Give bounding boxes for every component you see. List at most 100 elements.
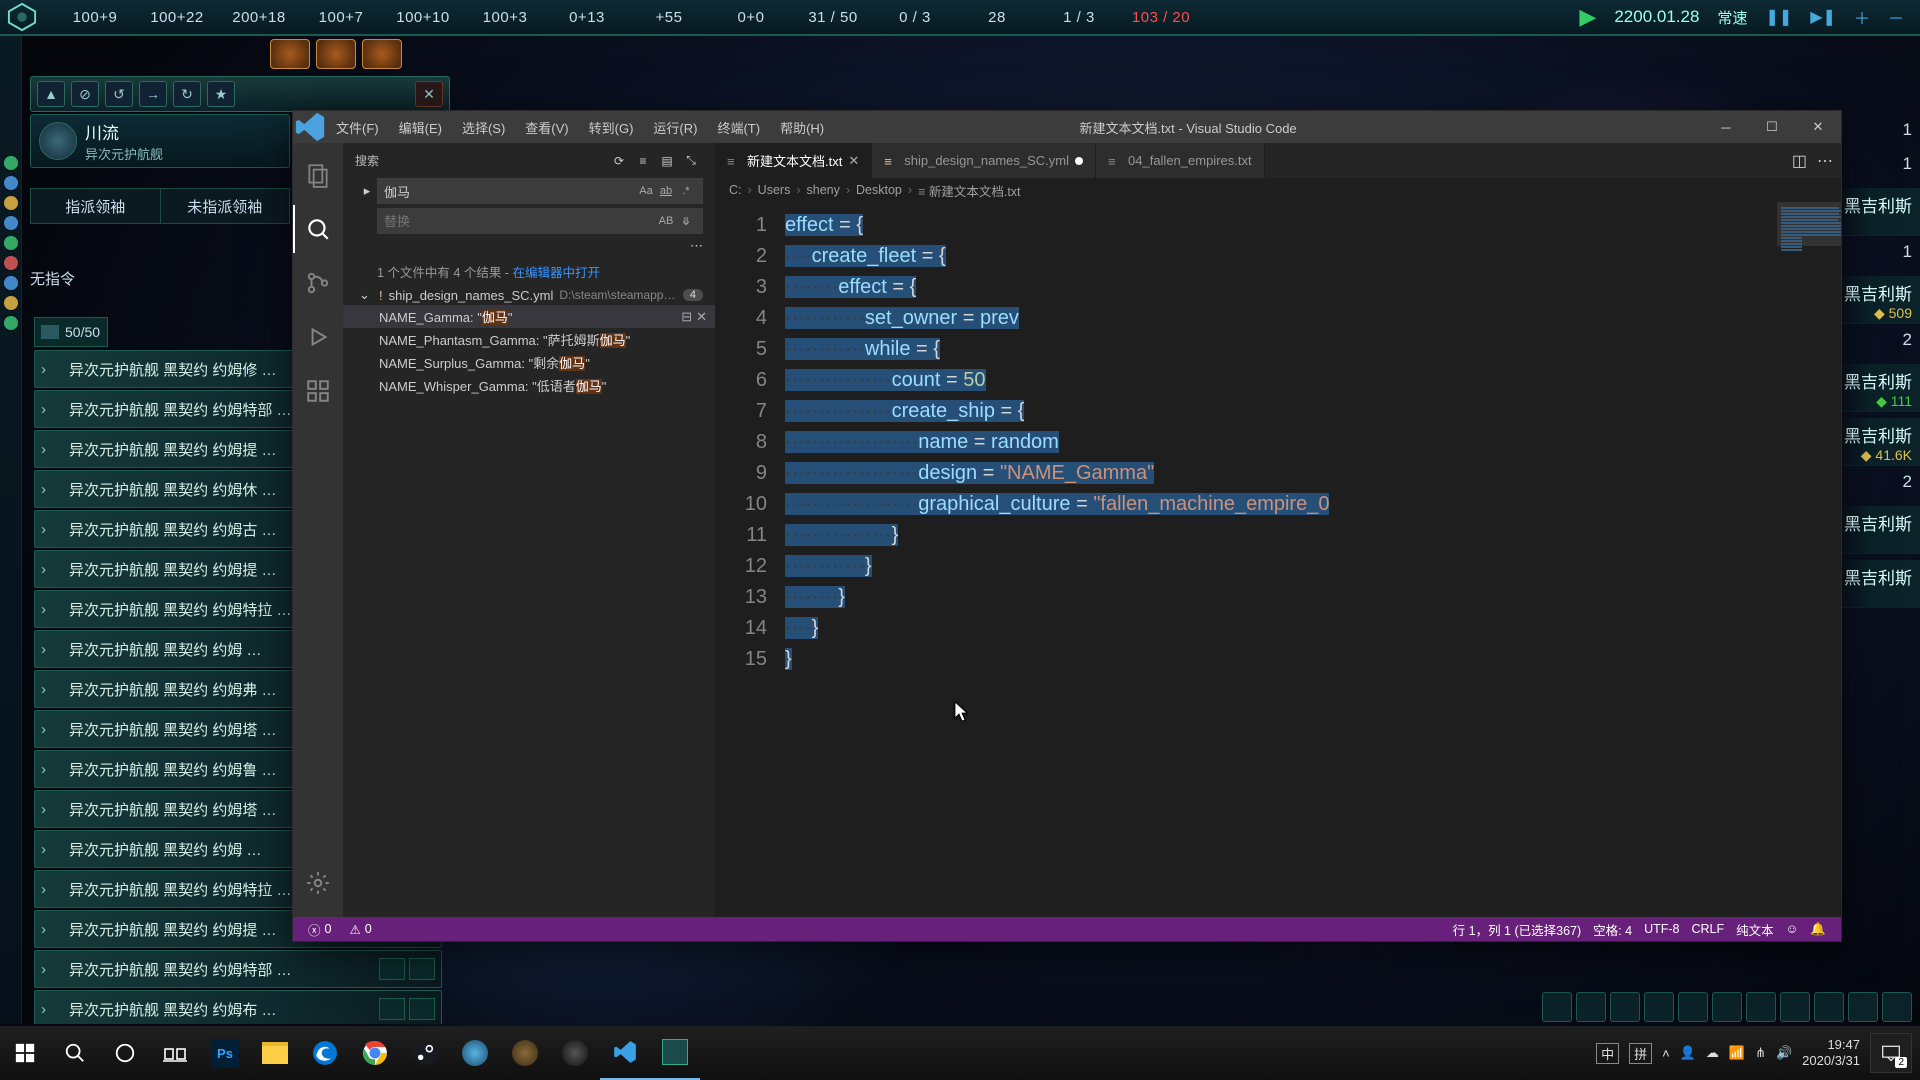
editor-tab[interactable]: ≡04_fallen_empires.txt [1096, 143, 1265, 178]
action-center-icon[interactable]: 2 [1870, 1033, 1912, 1073]
steam-icon[interactable] [400, 1026, 450, 1080]
outliner-btn-2[interactable]: ⊘ [71, 81, 99, 107]
chevron-right-icon[interactable]: › [41, 1001, 61, 1018]
pause-icon[interactable]: ❚❚ [1765, 7, 1792, 27]
ime-indicator[interactable]: 中 [1596, 1043, 1619, 1064]
tradition-button[interactable] [316, 39, 356, 69]
fleet-action-a[interactable] [379, 998, 405, 1020]
left-dot[interactable] [4, 276, 18, 290]
chevron-right-icon[interactable]: › [41, 561, 61, 578]
menu-item[interactable]: 帮助(H) [771, 111, 833, 143]
br-icon[interactable] [1814, 992, 1844, 1022]
left-dot[interactable] [4, 196, 18, 210]
outliner-btn-4[interactable]: → [139, 81, 167, 107]
close-window-button[interactable]: ✕ [1795, 111, 1841, 143]
breadcrumb-item[interactable]: sheny [807, 183, 840, 197]
search-input[interactable]: ▸ Aa ab .* [377, 178, 703, 204]
network-icon[interactable]: 📶 [1729, 1045, 1745, 1061]
chevron-right-icon[interactable]: › [41, 481, 61, 498]
extensions-icon[interactable] [293, 367, 343, 415]
chevron-right-icon[interactable]: › [41, 881, 61, 898]
split-editor-icon[interactable]: ◫ [1792, 151, 1807, 171]
fleet-header[interactable]: 川流 异次元护航舰 [30, 114, 290, 168]
menu-item[interactable]: 编辑(E) [390, 111, 451, 143]
vscode-titlebar[interactable]: 文件(F)编辑(E)选择(S)查看(V)转到(G)运行(R)终端(T)帮助(H)… [293, 111, 1841, 143]
file-explorer-icon[interactable] [250, 1026, 300, 1080]
chevron-right-icon[interactable]: › [41, 401, 61, 418]
outliner-btn-1[interactable]: ▲ [37, 81, 65, 107]
replace-input[interactable]: AB ⤋ [377, 208, 703, 234]
search-match[interactable]: NAME_Phantasm_Gamma: "萨托姆斯伽马" [343, 328, 715, 351]
resource-cell[interactable]: 100+9 [56, 3, 134, 31]
replace-field[interactable] [384, 214, 656, 229]
br-icon[interactable] [1644, 992, 1674, 1022]
right-row[interactable]: 黑吉利斯◆ 41.6K [1834, 418, 1920, 466]
stellaris-taskbar-icon[interactable] [650, 1026, 700, 1080]
debug-icon[interactable] [293, 313, 343, 361]
collapse-icon[interactable]: ⤡ [679, 149, 703, 173]
encoding-status[interactable]: UTF-8 [1639, 917, 1684, 941]
fleet-action-b[interactable] [409, 998, 435, 1020]
chevron-right-icon[interactable]: › [41, 601, 61, 618]
fast-forward-icon[interactable]: ▶❚ [1810, 7, 1836, 27]
taskbar-clock[interactable]: 19:47 2020/3/31 [1802, 1037, 1860, 1069]
chevron-right-icon[interactable]: › [41, 681, 61, 698]
fleet-action-b[interactable] [409, 958, 435, 980]
new-search-editor-icon[interactable]: ▤ [655, 149, 679, 173]
app-icon[interactable] [550, 1026, 600, 1080]
resource-cell[interactable]: 200+18 [220, 3, 298, 31]
resource-cell[interactable]: 100+3 [466, 3, 544, 31]
menu-item[interactable]: 终端(T) [708, 111, 769, 143]
chrome-icon[interactable] [350, 1026, 400, 1080]
app-icon[interactable] [450, 1026, 500, 1080]
warnings-status[interactable]: ⚠ 0 [344, 917, 376, 941]
onedrive-icon[interactable]: ☁ [1706, 1045, 1719, 1061]
chevron-right-icon[interactable]: › [41, 921, 61, 938]
menu-item[interactable]: 选择(S) [453, 111, 514, 143]
resource-cell[interactable]: 1 / 3 [1040, 3, 1118, 31]
tab-close-icon[interactable]: ✕ [848, 153, 859, 169]
menu-item[interactable]: 查看(V) [516, 111, 577, 143]
remove-match-icon[interactable]: ✕ [696, 309, 707, 325]
unassigned-leader-label[interactable]: 未指派领袖 [161, 189, 290, 223]
open-in-editor-link[interactable]: 在编辑器中打开 [512, 266, 600, 280]
resource-cell[interactable]: 0+13 [548, 3, 626, 31]
breadcrumb-item[interactable]: C: [729, 183, 742, 197]
left-dot[interactable] [4, 316, 18, 330]
search-match[interactable]: NAME_Whisper_Gamma: "低语者伽马" [343, 374, 715, 397]
left-dot[interactable] [4, 156, 18, 170]
errors-status[interactable]: ⓧ 0 [303, 917, 336, 941]
explorer-icon[interactable] [293, 151, 343, 199]
outliner-btn-5[interactable]: ↻ [173, 81, 201, 107]
vscode-taskbar-icon[interactable] [600, 1026, 650, 1080]
br-icon[interactable] [1882, 992, 1912, 1022]
minimap[interactable] [1777, 202, 1841, 917]
right-row[interactable]: 黑吉利斯◆ 509 [1834, 276, 1920, 324]
feedback-icon[interactable]: ☺ [1781, 917, 1804, 941]
chevron-right-icon[interactable]: › [41, 641, 61, 658]
resource-cell[interactable]: 0+0 [712, 3, 790, 31]
decrease-speed-icon[interactable]: － [1888, 5, 1904, 29]
fleet-item[interactable]: ›异次元护航舰 黑契约 约姆特部 … [34, 950, 442, 988]
br-icon[interactable] [1678, 992, 1708, 1022]
br-icon[interactable] [1848, 992, 1878, 1022]
cursor-status[interactable]: 行 1，列 1 (已选择367) [1448, 917, 1587, 941]
search-icon[interactable] [293, 205, 343, 253]
policy-button[interactable] [270, 39, 310, 69]
edict-button[interactable] [362, 39, 402, 69]
resource-cell[interactable]: 100+10 [384, 3, 462, 31]
app-icon[interactable] [500, 1026, 550, 1080]
editor-tab[interactable]: ≡新建文本文档.txt✕ [715, 143, 872, 178]
clear-icon[interactable]: ≡ [631, 149, 655, 173]
preserve-case-icon[interactable]: AB [656, 211, 676, 231]
chevron-right-icon[interactable]: › [41, 441, 61, 458]
chevron-right-icon[interactable]: › [41, 361, 61, 378]
fleet-action-a[interactable] [379, 958, 405, 980]
chevron-right-icon[interactable]: › [41, 841, 61, 858]
chevron-right-icon[interactable]: › [41, 761, 61, 778]
taskbar-search-icon[interactable] [50, 1026, 100, 1080]
menu-item[interactable]: 运行(R) [644, 111, 706, 143]
resource-cell[interactable]: 0 / 3 [876, 3, 954, 31]
regex-icon[interactable]: .* [676, 181, 696, 201]
chevron-right-icon[interactable]: › [41, 801, 61, 818]
